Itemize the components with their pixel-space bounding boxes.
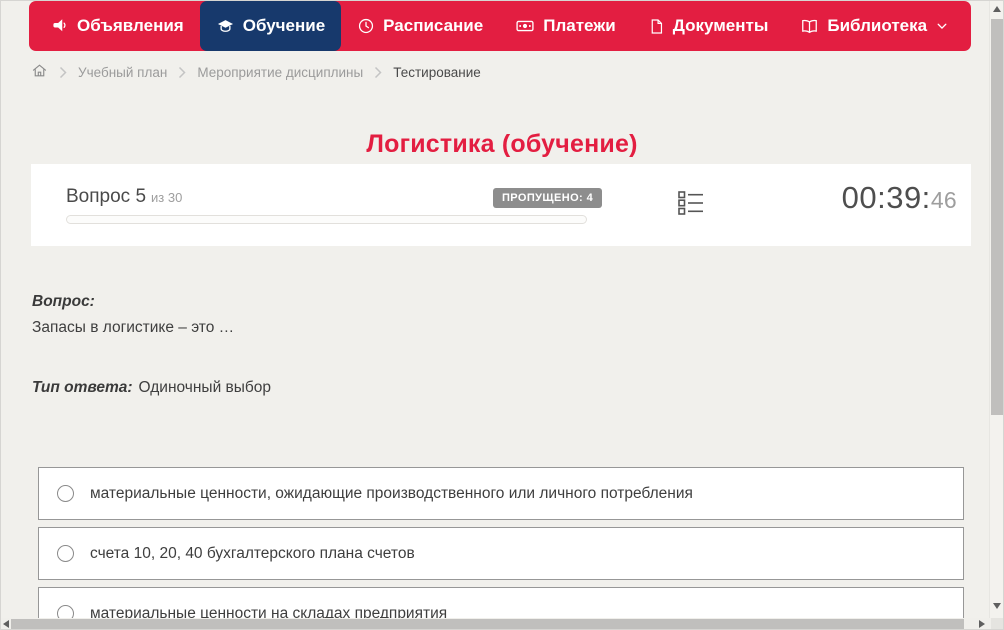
scroll-up-arrow-icon[interactable]: [993, 6, 1001, 12]
breadcrumb-item-discipline-event[interactable]: Мероприятие дисциплины: [197, 65, 363, 80]
nav-item-education[interactable]: Обучение: [199, 1, 342, 51]
question-list-button[interactable]: [675, 189, 707, 221]
nav-item-label: Расписание: [383, 16, 484, 35]
breadcrumb: Учебный план Мероприятие дисциплины Тест…: [31, 62, 481, 82]
timer-minutes: 00:39:: [841, 180, 931, 215]
megaphone-icon: [51, 17, 69, 35]
breadcrumb-home[interactable]: [31, 62, 48, 82]
breadcrumb-separator-icon: [178, 66, 186, 79]
answer-option-text: счета 10, 20, 40 бухгалтерского плана сч…: [90, 544, 415, 562]
question-number-label: Вопрос 5: [66, 186, 147, 207]
nav-item-label: Библиотека: [827, 16, 928, 35]
clock-icon: [357, 17, 375, 35]
timer-seconds: 46: [930, 187, 957, 213]
breadcrumb-item-testing: Тестирование: [393, 64, 481, 80]
breadcrumb-separator-icon: [59, 66, 67, 79]
vertical-scrollbar-thumb[interactable]: [991, 19, 1003, 415]
top-navigation: Объявления Обучение Расписание Платежи Д…: [29, 1, 971, 51]
horizontal-scrollbar[interactable]: [1, 618, 991, 629]
answer-option-2[interactable]: счета 10, 20, 40 бухгалтерского плана сч…: [38, 527, 964, 580]
horizontal-scrollbar-thumb[interactable]: [11, 619, 964, 629]
nav-item-label: Платежи: [543, 16, 616, 35]
question-header-card: Вопрос 5 из 30 ПРОПУЩЕНО: 4 00:39:46: [31, 164, 971, 246]
question-list-icon: [677, 189, 705, 222]
nav-item-library[interactable]: Библиотека: [784, 1, 965, 51]
vertical-scrollbar[interactable]: [989, 1, 1003, 618]
countdown-timer: 00:39:46: [842, 180, 957, 216]
answer-options: материальные ценности, ожидающие произво…: [38, 467, 964, 629]
scroll-down-arrow-icon[interactable]: [993, 603, 1001, 609]
skipped-badge: ПРОПУЩЕНО: 4: [493, 188, 603, 208]
scrollbar-corner: [991, 618, 1003, 629]
chevron-down-icon: [935, 19, 949, 33]
document-icon: [648, 18, 665, 35]
nav-item-label: Обучение: [242, 16, 326, 35]
breadcrumb-item-curriculum[interactable]: Учебный план: [78, 65, 167, 80]
nav-item-documents[interactable]: Документы: [632, 1, 785, 51]
answer-type-row: Тип ответа: Одиночный выбор: [32, 379, 271, 397]
nav-item-label: Документы: [672, 16, 769, 35]
nav-item-announcements[interactable]: Объявления: [35, 1, 200, 51]
answer-type-value: Одиночный выбор: [138, 379, 272, 396]
nav-item-label: Объявления: [77, 16, 184, 35]
app-viewport: Объявления Обучение Расписание Платежи Д…: [0, 0, 1004, 630]
question-text: Запасы в логистике – это …: [32, 319, 235, 336]
answer-option-text: материальные ценности, ожидающие произво…: [90, 484, 693, 502]
answer-option-1[interactable]: материальные ценности, ожидающие произво…: [38, 467, 964, 520]
question-total-label: из 30: [151, 190, 183, 205]
breadcrumb-separator-icon: [374, 66, 382, 79]
answer-type-label: Тип ответа:: [32, 379, 133, 396]
banknote-icon: [515, 16, 535, 36]
scroll-left-arrow-icon[interactable]: [3, 620, 9, 628]
question-number: Вопрос 5 из 30: [66, 186, 182, 208]
question-label: Вопрос:: [32, 293, 95, 310]
scroll-right-arrow-icon[interactable]: [979, 620, 985, 628]
radio-button[interactable]: [57, 485, 74, 502]
graduation-cap-icon: [216, 17, 235, 36]
home-icon: [31, 64, 48, 82]
radio-button[interactable]: [57, 545, 74, 562]
nav-item-payments[interactable]: Платежи: [499, 1, 632, 51]
nav-item-schedule[interactable]: Расписание: [341, 1, 499, 51]
question-progress-bar[interactable]: [66, 215, 587, 224]
library-book-icon: [800, 17, 819, 36]
page-title: Логистика (обучение): [366, 129, 638, 158]
